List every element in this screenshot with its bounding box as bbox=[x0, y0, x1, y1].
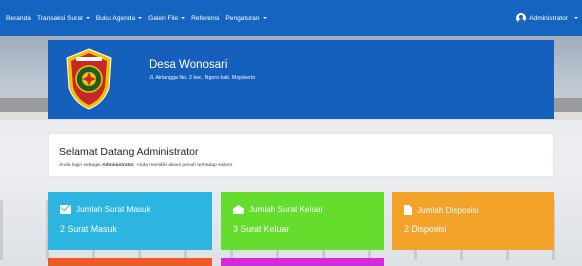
stat-box-partial[interactable] bbox=[48, 258, 212, 266]
stat-surat-masuk[interactable]: Jumlah Surat Masuk 2 Surat Masuk bbox=[48, 192, 212, 250]
caret-down-icon bbox=[262, 17, 267, 19]
welcome-text: Anda login sebagai Administrator. Anda m… bbox=[59, 163, 234, 168]
stat-title: Jumlah Disposisi bbox=[417, 205, 479, 215]
stat-header: Jumlah Surat Keluar bbox=[233, 205, 323, 214]
top-navbar: Beranda Transaksi Surat Buku Agenda Gale… bbox=[0, 0, 582, 36]
stat-value: 2 Disposisi bbox=[404, 224, 447, 234]
stat-header: Jumlah Disposisi bbox=[404, 205, 478, 215]
organization-name: Desa Wonosari bbox=[149, 59, 228, 71]
village-emblem-icon bbox=[66, 48, 112, 110]
welcome-title: Selamat Datang Administrator bbox=[59, 146, 199, 158]
caret-down-icon bbox=[574, 17, 578, 19]
stat-disposisi[interactable]: Jumlah Disposisi 2 Disposisi bbox=[392, 192, 554, 250]
stat-box-partial[interactable] bbox=[221, 258, 384, 266]
nav-label: Beranda bbox=[6, 14, 31, 22]
stat-surat-keluar[interactable]: Jumlah Surat Keluar 3 Surat Keluar bbox=[221, 192, 384, 250]
stat-title: Jumlah Surat Keluar bbox=[249, 205, 324, 214]
nav-pengaturan[interactable]: Pengaturan bbox=[219, 14, 267, 22]
envelope-icon bbox=[60, 205, 71, 214]
stat-value: 3 Surat Keluar bbox=[233, 224, 290, 234]
user-name: Administrator bbox=[529, 14, 568, 22]
welcome-text-suffix: . Anda memiliki akses penuh terhadap sis… bbox=[134, 163, 234, 168]
nav-label: Transaksi Surat bbox=[36, 14, 83, 22]
header-banner: Desa Wonosari Jl. Airlangga No. 2 kec. N… bbox=[48, 40, 554, 119]
stat-value: 2 Surat Masuk bbox=[60, 224, 117, 234]
stat-title: Jumlah Surat Masuk bbox=[76, 205, 151, 214]
nav-buku-agenda[interactable]: Buku Agenda bbox=[90, 14, 143, 22]
organization-address: Jl. Airlangga No. 2 kec. Ngoro kab. Mojo… bbox=[149, 75, 256, 81]
user-circle-icon bbox=[516, 13, 527, 23]
nav-label: Referensi bbox=[191, 14, 220, 22]
file-icon bbox=[404, 205, 412, 215]
nav-label: Pengaturan bbox=[225, 14, 260, 22]
welcome-role: Administrator bbox=[101, 163, 135, 168]
nav-label: Galeri File bbox=[148, 14, 179, 22]
nav-referensi[interactable]: Referensi bbox=[185, 15, 219, 22]
nav-beranda[interactable]: Beranda bbox=[0, 15, 31, 22]
user-menu[interactable]: Administrator bbox=[510, 13, 582, 23]
envelope-open-icon bbox=[233, 205, 244, 214]
nav-transaksi-surat[interactable]: Transaksi Surat bbox=[31, 15, 90, 22]
stat-header: Jumlah Surat Masuk bbox=[60, 205, 151, 214]
welcome-text-prefix: Anda login sebagai bbox=[59, 163, 102, 168]
nav-galeri-file[interactable]: Galeri File bbox=[142, 14, 186, 22]
nav-label: Buku Agenda bbox=[95, 14, 136, 22]
welcome-panel: Selamat Datang Administrator Anda login … bbox=[48, 133, 554, 177]
